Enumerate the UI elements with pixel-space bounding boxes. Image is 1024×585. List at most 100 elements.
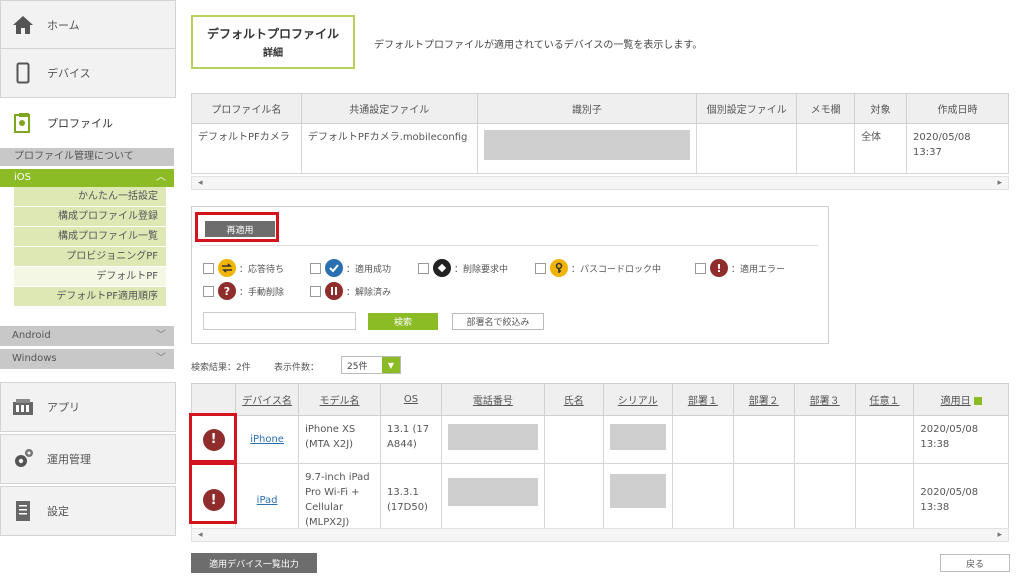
checkbox[interactable] [310, 262, 321, 274]
sidebar-item-easy-setup[interactable]: かんたん一括設定 [14, 187, 166, 207]
column-header-dept2[interactable]: 部署２ [732, 383, 795, 416]
question-icon: ? [218, 282, 236, 300]
nav-home-label: ホーム [47, 19, 80, 32]
phone-cell [440, 463, 545, 537]
sidebar-item-profile-list[interactable]: 構成プロファイル一覧 [14, 227, 166, 247]
status-label: ：手動削除 [239, 287, 285, 298]
filter-panel: 再適用 ：応答待ち ：適用成功 ：削除要求中 ：パスコードロック中 ! ：適用エ… [191, 206, 829, 344]
highlight-frame [189, 462, 237, 524]
nav-profile[interactable]: プロファイル [0, 98, 176, 148]
checkmark-icon [325, 259, 343, 277]
dept1-cell [671, 463, 734, 537]
applied-date-cell: 2020/05/08 13:38 [913, 415, 1009, 464]
status-filter-passcode-lock[interactable]: ：パスコードロック中 [535, 259, 661, 277]
table-row: デフォルトPFカメラ デフォルトPFカメラ.mobileconfig 全体 20… [191, 123, 1009, 174]
sidebar-android[interactable]: Android ﹀ [0, 326, 174, 346]
department-filter-button[interactable]: 部署名で絞込み [452, 313, 544, 330]
checkbox[interactable] [203, 262, 214, 274]
checkbox[interactable] [418, 262, 429, 274]
redacted-block [447, 424, 538, 450]
device-link[interactable]: iPad [257, 495, 278, 506]
export-button[interactable]: 適用デバイス一覧出力 [191, 553, 317, 573]
column-header: 識別子 [476, 93, 698, 124]
column-header-dept1[interactable]: 部署１ [671, 383, 734, 416]
per-page-select[interactable]: 25件 ▼ [341, 356, 401, 374]
sidebar-item-profile-register[interactable]: 構成プロファイル登録 [14, 207, 166, 227]
status-filter-manual-delete[interactable]: ? ：手動削除 [203, 282, 284, 300]
status-label: ：削除要求中 [454, 264, 509, 275]
page-title: デフォルトプロファイル 詳細 [191, 15, 355, 69]
column-header-serial[interactable]: シリアル [602, 383, 673, 416]
result-count: 検索結果：2件 [191, 363, 251, 373]
column-header-custom1[interactable]: 任意１ [854, 383, 915, 416]
column-header: 作成日時 [906, 93, 1009, 124]
nav-operations[interactable]: 運用管理 [0, 434, 176, 484]
status-filter-released[interactable]: ：解除済み [310, 282, 391, 300]
created-cell: 2020/05/08 13:37 [906, 123, 1009, 174]
checkbox[interactable] [535, 262, 546, 274]
redacted-block [447, 478, 538, 506]
checkbox[interactable] [310, 285, 321, 297]
scroll-left-icon[interactable]: ◂ [198, 529, 203, 541]
nav-apps[interactable]: アプリ [0, 382, 176, 432]
column-header [190, 383, 237, 416]
common-file-cell: デフォルトPFカメラ.mobileconfig [300, 123, 478, 174]
column-header-device[interactable]: デバイス名 [235, 383, 300, 416]
checkbox[interactable] [695, 262, 706, 274]
sidebar-about-profile[interactable]: プロファイル管理について [0, 148, 174, 166]
status-filter-error[interactable]: ! ：適用エラー [695, 259, 785, 277]
nav-settings[interactable]: 設定 [0, 486, 176, 536]
column-header: 共通設定ファイル [300, 93, 478, 124]
status-label: ：応答待ち [239, 264, 285, 275]
back-button[interactable]: 戻る [940, 554, 1010, 572]
sidebar-ios-header[interactable]: iOS ︿ [0, 169, 174, 187]
dropdown-arrow-icon[interactable]: ▼ [382, 357, 400, 373]
horizontal-scrollbar[interactable]: ◂ ▸ [191, 176, 1009, 190]
column-header-applied-date[interactable]: 適用日 [913, 383, 1009, 416]
ios-label: iOS [14, 172, 31, 183]
dept3-cell [793, 415, 856, 464]
device-cell: iPhone [235, 415, 300, 464]
sidebar-item-provisioning[interactable]: プロビジョニングPF [14, 247, 166, 267]
status-filter-waiting[interactable]: ：応答待ち [203, 259, 284, 277]
nav-operations-label: 運用管理 [47, 453, 91, 466]
profile-name-cell: デフォルトPFカメラ [191, 123, 302, 174]
sidebar-windows[interactable]: Windows ﹀ [0, 349, 174, 369]
column-header-phone[interactable]: 電話番号 [440, 383, 545, 416]
highlight-frame [189, 413, 237, 463]
scroll-right-icon[interactable]: ▸ [997, 529, 1002, 541]
sidebar-item-default-pf[interactable]: デフォルトPF [14, 267, 166, 287]
sidebar-item-default-pf-order[interactable]: デフォルトPF適用順序 [14, 287, 166, 307]
page-title-line2: 詳細 [263, 48, 283, 59]
search-button[interactable]: 検索 [368, 313, 438, 330]
nav-profile-label: プロファイル [47, 117, 113, 130]
nav-devices[interactable]: デバイス [0, 48, 176, 98]
divider [200, 245, 818, 246]
search-input[interactable] [203, 312, 356, 330]
scroll-right-icon[interactable]: ▸ [997, 177, 1002, 189]
chevron-up-icon: ︿ [156, 172, 166, 183]
page-description: デフォルトプロファイルが適用されているデバイスの一覧を表示します。 [374, 40, 703, 51]
column-header-name[interactable]: 氏名 [543, 383, 604, 416]
checkbox[interactable] [203, 285, 214, 297]
horizontal-scrollbar[interactable]: ◂ ▸ [191, 528, 1009, 542]
name-cell [543, 463, 604, 537]
model-cell: iPhone XS (MTA X2J) [298, 415, 381, 464]
os-cell: 13.3.1 (17D50) [380, 463, 442, 537]
nav-home[interactable]: ホーム [0, 0, 176, 50]
status-label: ：適用成功 [346, 264, 392, 275]
device-link[interactable]: iPhone [250, 434, 284, 445]
column-header-model[interactable]: モデル名 [298, 383, 381, 416]
scroll-left-icon[interactable]: ◂ [198, 177, 203, 189]
status-label: ：パスコードロック中 [571, 264, 662, 275]
table-row: ! iPad 9.7-inch iPad Pro Wi-Fi + Cellula… [190, 463, 1009, 537]
sort-icon[interactable] [973, 397, 982, 405]
status-filter-success[interactable]: ：適用成功 [310, 259, 391, 277]
status-label: ：解除済み [346, 287, 392, 298]
column-header-os[interactable]: OS [380, 383, 442, 416]
serial-cell [602, 463, 673, 537]
custom1-cell [854, 415, 915, 464]
redacted-block [609, 474, 666, 508]
status-filter-deleting[interactable]: ：削除要求中 [418, 259, 508, 277]
column-header-dept3[interactable]: 部署３ [793, 383, 856, 416]
